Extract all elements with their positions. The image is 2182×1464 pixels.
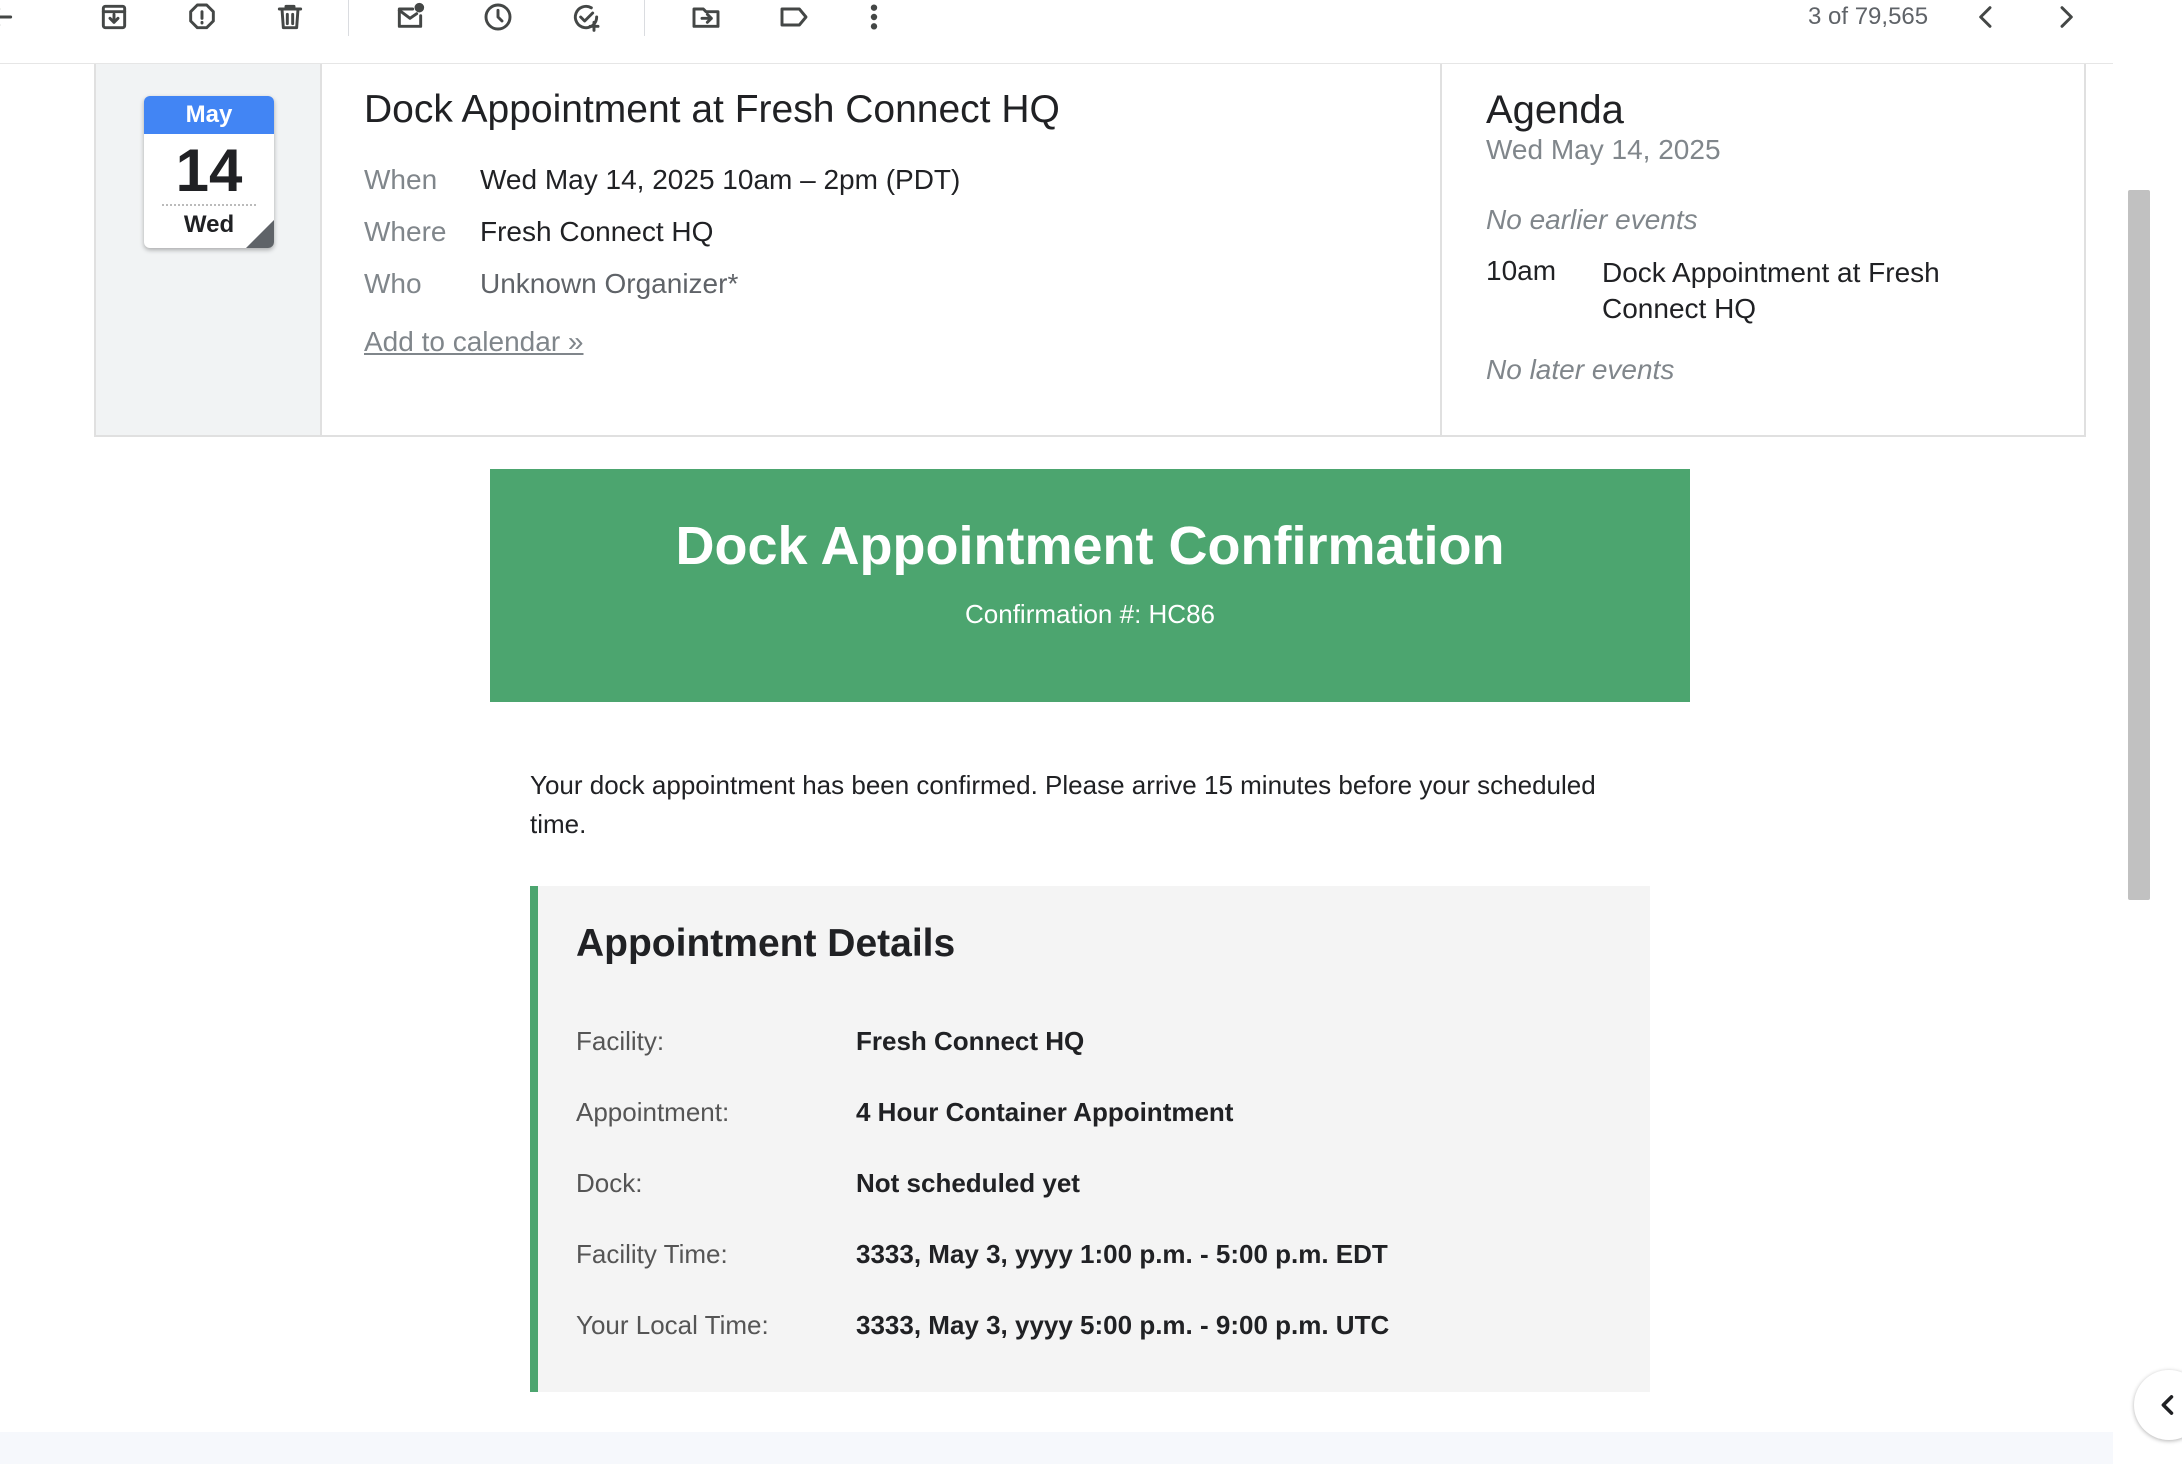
agenda-panel: Agenda Wed May 14, 2025 No earlier event… bbox=[1444, 64, 2084, 435]
detail-row-dock: Dock: Not scheduled yet bbox=[576, 1168, 1080, 1199]
newer-message-chevron-left-icon[interactable] bbox=[1964, 0, 2008, 34]
detail-value: Fresh Connect HQ bbox=[856, 1026, 1085, 1056]
detail-value: 3333, May 3, yyyy 5:00 p.m. - 9:00 p.m. … bbox=[856, 1310, 1390, 1340]
detail-row-appointment: Appointment: 4 Hour Container Appointment bbox=[576, 1097, 1233, 1128]
archive-icon[interactable] bbox=[92, 0, 136, 34]
invite-date-column: May 14 Wed bbox=[96, 64, 322, 435]
toolbar-divider bbox=[644, 0, 645, 36]
when-value: Wed May 14, 2025 10am – 2pm (PDT) bbox=[480, 164, 961, 195]
agenda-event-time: 10am bbox=[1486, 255, 1557, 286]
report-spam-icon[interactable] bbox=[180, 0, 224, 34]
detail-label: Facility Time: bbox=[576, 1239, 728, 1269]
add-to-calendar-link[interactable]: Add to calendar » bbox=[364, 326, 584, 358]
event-where-row: Where Fresh Connect HQ bbox=[364, 216, 713, 248]
invite-details: Dock Appointment at Fresh Connect HQ Whe… bbox=[322, 64, 1442, 435]
confirmation-banner: Dock Appointment Confirmation Confirmati… bbox=[490, 469, 1690, 702]
pagination-count: 3 of 79,565 bbox=[1808, 3, 1929, 30]
where-label: Where bbox=[364, 216, 447, 247]
detail-row-facility-time: Facility Time: 3333, May 3, yyyy 1:00 p.m… bbox=[576, 1239, 1388, 1270]
older-message-chevron-right-icon[interactable] bbox=[2044, 0, 2088, 34]
move-to-icon[interactable] bbox=[684, 0, 728, 34]
detail-value: 4 Hour Container Appointment bbox=[856, 1097, 1234, 1127]
label-icon[interactable] bbox=[772, 0, 816, 34]
calendar-date-icon: May 14 Wed bbox=[144, 96, 274, 248]
agenda-title: Agenda bbox=[1486, 88, 1624, 132]
chevron-left-icon bbox=[2161, 1395, 2174, 1415]
details-title: Appointment Details bbox=[576, 922, 956, 965]
mark-unread-icon[interactable] bbox=[388, 0, 432, 34]
detail-label: Dock: bbox=[576, 1168, 643, 1198]
who-label: Who bbox=[364, 268, 422, 299]
appointment-details-box: Appointment Details Facility: Fresh Conne… bbox=[530, 886, 1650, 1392]
detail-label: Facility: bbox=[576, 1026, 665, 1056]
page-bottom-strip bbox=[0, 1432, 2113, 1464]
event-who-row: Who Unknown Organizer* bbox=[364, 268, 738, 300]
page-fold-icon bbox=[246, 220, 274, 248]
no-later-events: No later events bbox=[1486, 354, 1675, 385]
calendar-day: 14 bbox=[175, 137, 243, 204]
detail-label: Appointment: bbox=[576, 1097, 730, 1127]
toolbar-divider bbox=[348, 0, 349, 36]
event-title: Dock Appointment at Fresh Connect HQ bbox=[364, 88, 1060, 131]
detail-row-facility: Facility: Fresh Connect HQ bbox=[576, 1026, 1084, 1057]
calendar-month: May bbox=[144, 96, 274, 134]
detail-value: 3333, May 3, yyyy 1:00 p.m. - 5:00 p.m. … bbox=[856, 1239, 1388, 1269]
agenda-event-title[interactable]: Dock Appointment at Fresh Connect HQ bbox=[1602, 255, 2022, 327]
detail-row-local-time: Your Local Time: 3333, May 3, yyyy 5:00 p… bbox=[576, 1310, 1389, 1341]
confirmation-number: Confirmation #: HC86 bbox=[965, 599, 1215, 629]
message-toolbar: 3 of 79,565 bbox=[0, 0, 2113, 64]
calendar-invite-card: May 14 Wed Dock Appointment at Fresh Con… bbox=[94, 64, 2086, 437]
detail-label: Your Local Time: bbox=[576, 1310, 769, 1340]
snooze-icon[interactable] bbox=[476, 0, 520, 34]
banner-title: Dock Appointment Confirmation bbox=[675, 516, 1505, 576]
intro-paragraph: Your dock appointment has been confirmed… bbox=[530, 770, 1596, 839]
delete-icon[interactable] bbox=[268, 0, 312, 34]
when-label: When bbox=[364, 164, 438, 195]
detail-value: Not scheduled yet bbox=[856, 1168, 1080, 1198]
back-arrow-icon[interactable] bbox=[0, 0, 22, 34]
more-options-icon[interactable] bbox=[852, 0, 896, 34]
event-when-row: When Wed May 14, 2025 10am – 2pm (PDT) bbox=[364, 164, 960, 196]
no-earlier-events: No earlier events bbox=[1486, 204, 1698, 235]
who-value: Unknown Organizer* bbox=[480, 268, 739, 299]
agenda-date: Wed May 14, 2025 bbox=[1486, 134, 1721, 165]
where-value: Fresh Connect HQ bbox=[480, 216, 714, 247]
scrollbar-thumb[interactable] bbox=[2128, 190, 2150, 900]
add-to-tasks-icon[interactable] bbox=[564, 0, 608, 34]
